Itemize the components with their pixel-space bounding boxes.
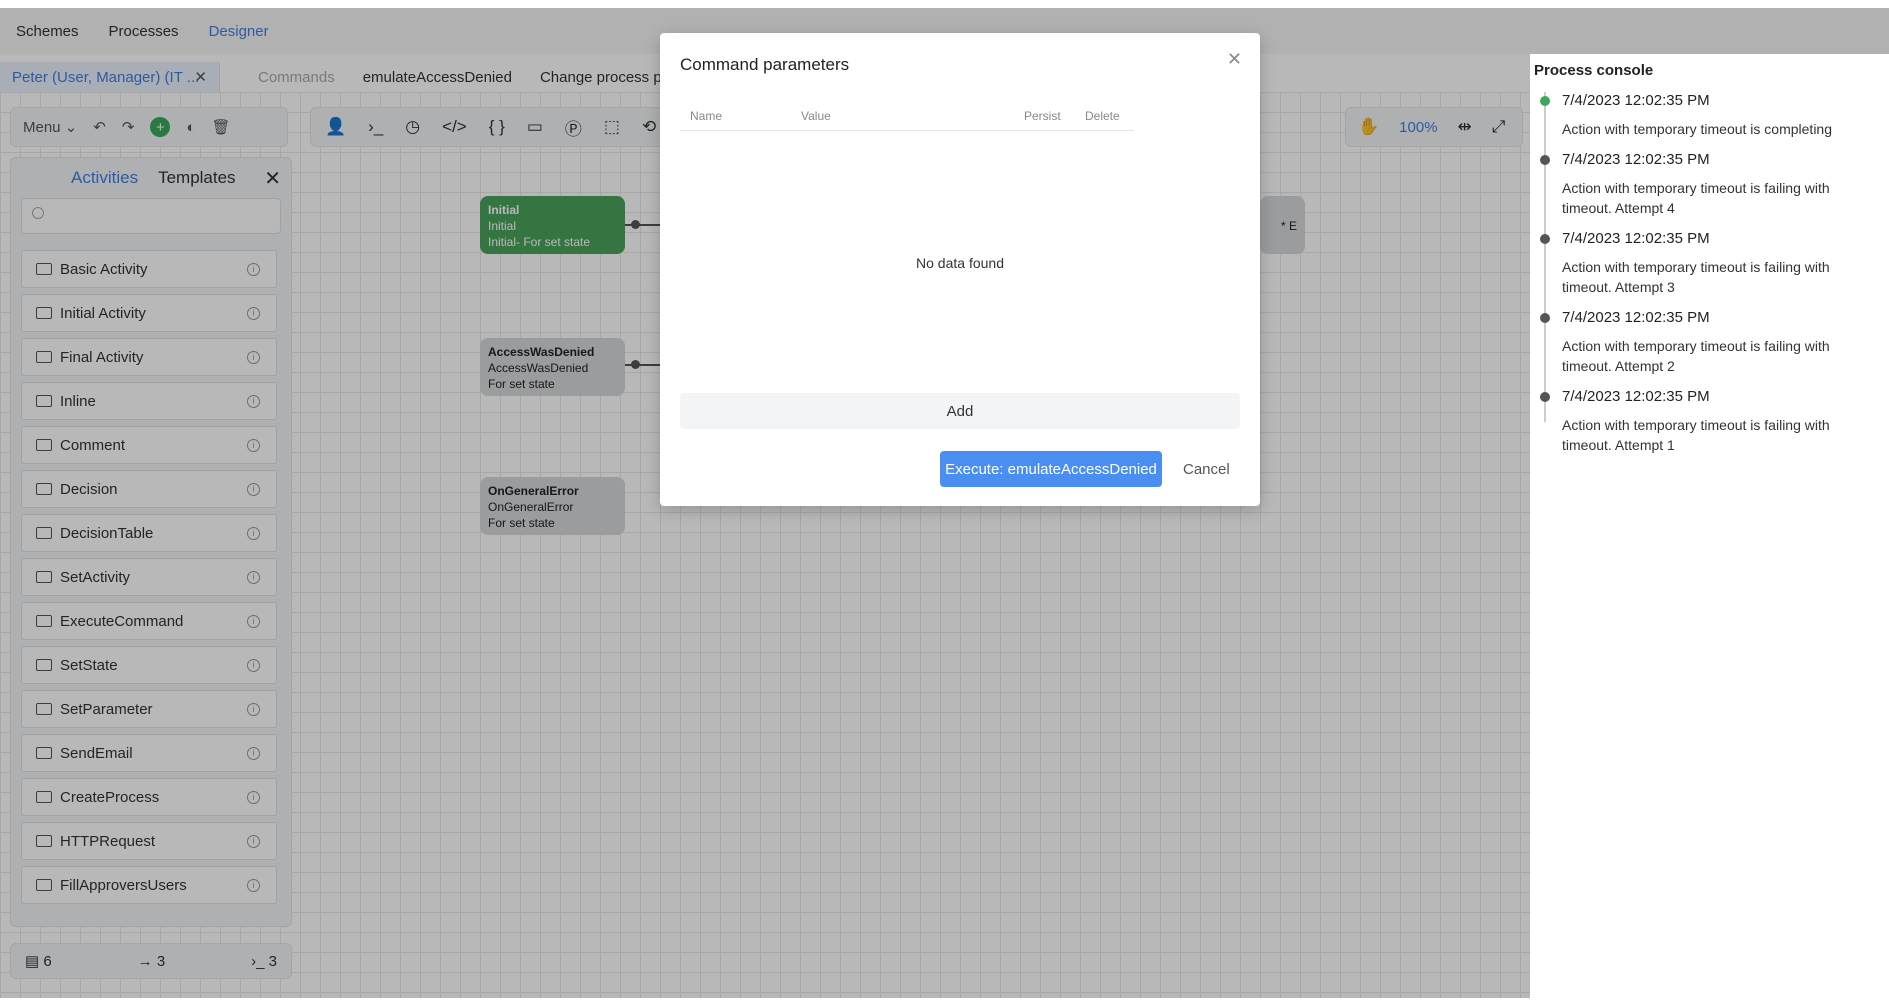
console-entry: 7/4/2023 12:02:35 PM Action with temporar…: [1540, 388, 1880, 455]
entry-message: Action with temporary timeout is failing…: [1562, 417, 1830, 453]
entry-timestamp: 7/4/2023 12:02:35 PM: [1562, 151, 1710, 168]
console-title: Process console: [1534, 62, 1654, 79]
entry-timestamp: 7/4/2023 12:02:35 PM: [1562, 309, 1710, 326]
parameters-table-header: Name Value Persist Delete: [680, 101, 1134, 131]
column-value: Value: [801, 109, 831, 123]
column-persist: Persist: [1024, 109, 1061, 123]
status-dot-icon: [1540, 96, 1550, 106]
column-name: Name: [690, 109, 723, 123]
entry-timestamp: 7/4/2023 12:02:35 PM: [1562, 92, 1710, 109]
console-timeline: 7/4/2023 12:02:35 PM Action with temporar…: [1540, 92, 1880, 467]
close-icon[interactable]: ✕: [1227, 49, 1242, 70]
entry-timestamp: 7/4/2023 12:02:35 PM: [1562, 388, 1710, 405]
console-entry: 7/4/2023 12:02:35 PM Action with temporar…: [1540, 230, 1880, 297]
console-entry: 7/4/2023 12:02:35 PM Action with temporar…: [1540, 92, 1880, 139]
dialog-title: Command parameters: [680, 55, 850, 74]
column-delete: Delete: [1085, 109, 1120, 123]
add-parameter-button[interactable]: Add: [680, 393, 1240, 429]
entry-message: Action with temporary timeout is failing…: [1562, 338, 1830, 374]
status-dot-icon: [1540, 155, 1550, 165]
entry-timestamp: 7/4/2023 12:02:35 PM: [1562, 230, 1710, 247]
status-dot-icon: [1540, 313, 1550, 323]
status-dot-icon: [1540, 234, 1550, 244]
cancel-button[interactable]: Cancel: [1183, 451, 1230, 487]
entry-message: Action with temporary timeout is complet…: [1562, 121, 1832, 137]
console-entry: 7/4/2023 12:02:35 PM Action with temporar…: [1540, 151, 1880, 218]
command-parameters-dialog: Command parameters ✕ Name Value Persist …: [660, 33, 1260, 506]
execute-button[interactable]: Execute: emulateAccessDenied: [940, 451, 1162, 487]
empty-state: No data found: [916, 255, 1004, 271]
status-dot-icon: [1540, 392, 1550, 402]
entry-message: Action with temporary timeout is failing…: [1562, 180, 1830, 216]
entry-message: Action with temporary timeout is failing…: [1562, 259, 1830, 295]
process-console: Process console 7/4/2023 12:02:35 PM Acti…: [1530, 54, 1889, 998]
console-entry: 7/4/2023 12:02:35 PM Action with temporar…: [1540, 309, 1880, 376]
